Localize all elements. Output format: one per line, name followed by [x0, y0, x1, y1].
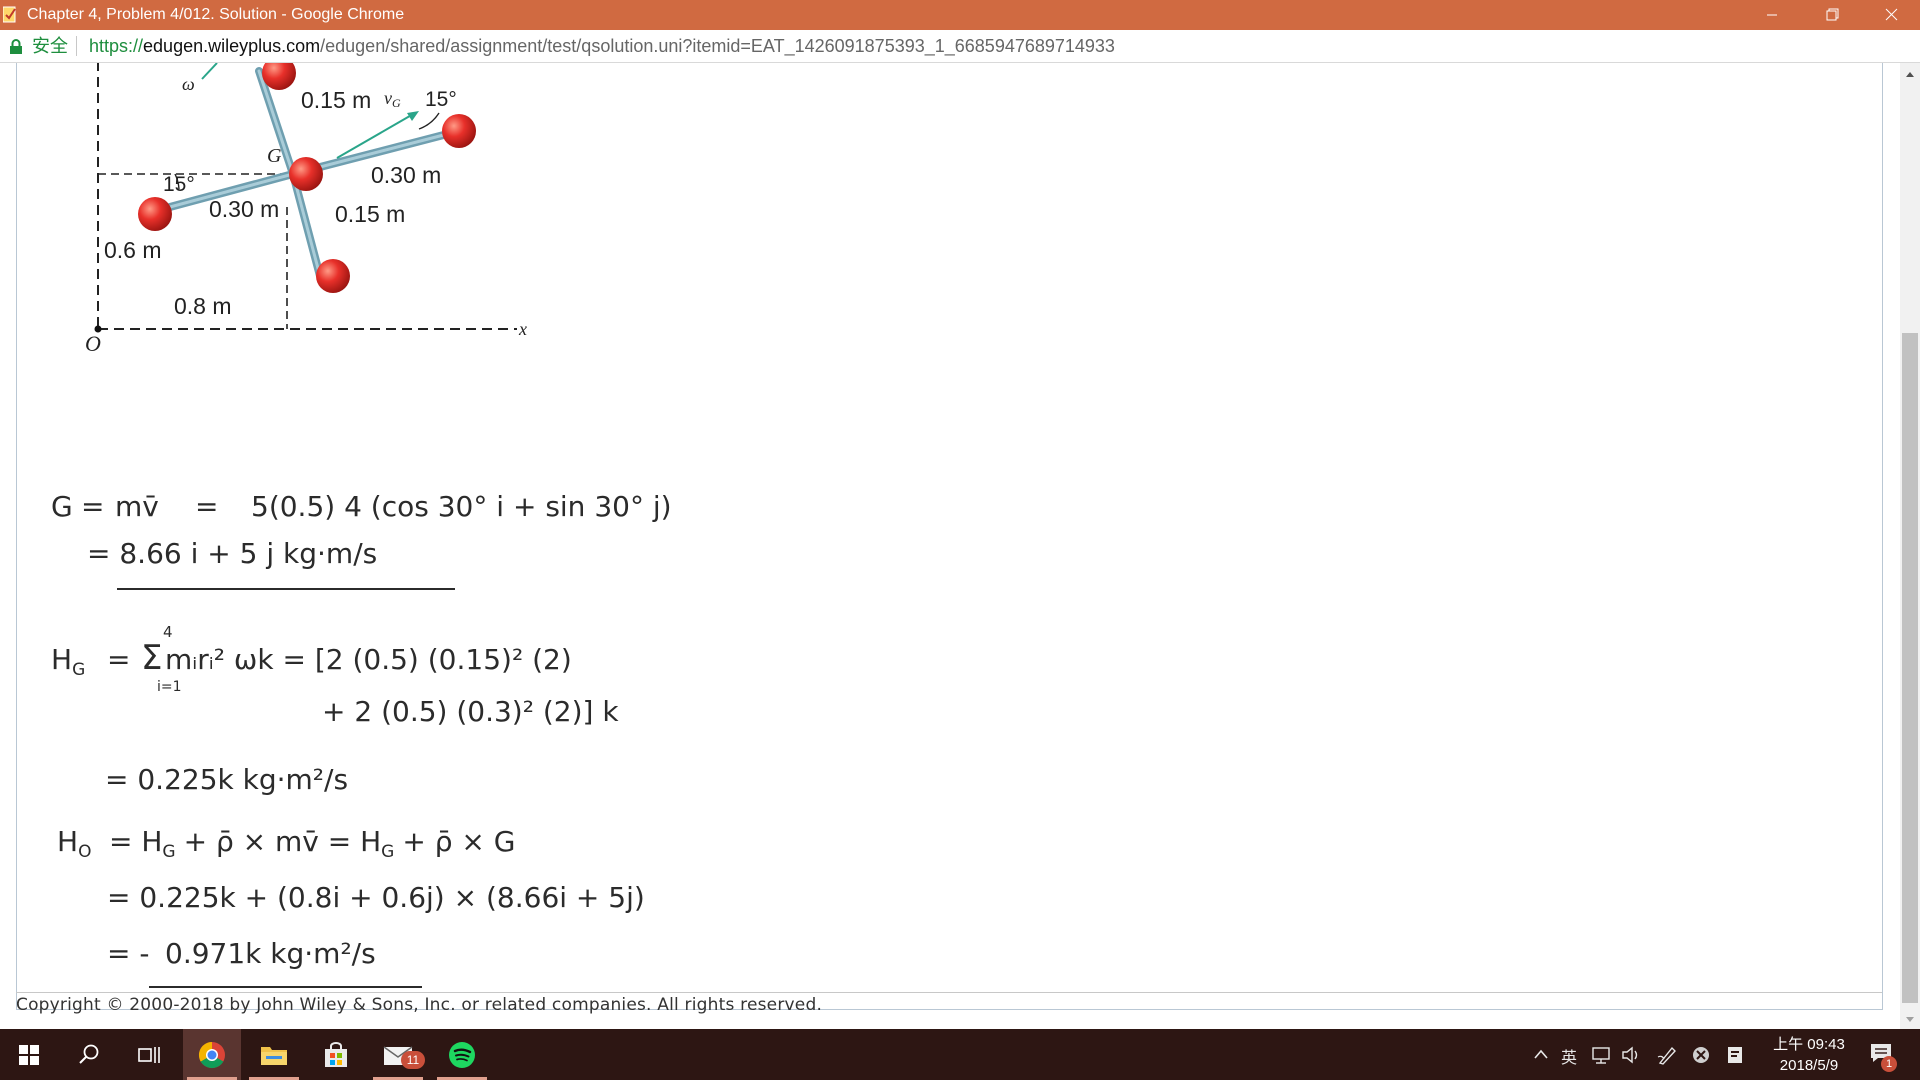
clock-time: 上午 09:43: [1773, 1036, 1845, 1053]
start-button[interactable]: [0, 1029, 58, 1080]
minimize-button[interactable]: [1742, 0, 1802, 30]
window-title: Chapter 4, Problem 4/012. Solution - Goo…: [27, 6, 405, 23]
address-bar[interactable]: 安全 https://edugen.wileyplus.com/edugen/s…: [0, 30, 1920, 63]
lock-icon[interactable]: [9, 39, 23, 55]
search-button[interactable]: [60, 1029, 118, 1080]
close-button[interactable]: [1862, 0, 1920, 30]
svg-text:4: 4: [163, 623, 173, 641]
handwritten-solution-part2: HO = HG + ρ̄ × mv̄ = HG + ρ̄ × G = 0.225k …: [57, 825, 645, 970]
task-view-button[interactable]: [120, 1029, 178, 1080]
window-titlebar: Chapter 4, Problem 4/012. Solution - Goo…: [0, 0, 1920, 30]
momentum-symbol: G: [51, 490, 73, 523]
angle-arc-top: [418, 112, 440, 130]
close-icon: [1885, 8, 1898, 21]
clock-date: 2018/5/9: [1779, 1057, 1839, 1074]
angular-momentum-continuation: + 2 (0.5) (0.3)² (2)] k: [322, 695, 619, 728]
page-content: ω G O x 0.15 m vG 15° 0.30 m 15° 0.30 m …: [0, 63, 1900, 1029]
chrome-icon: [198, 1041, 225, 1068]
angular-momentum-o-result: 0.971k kg·m²/s: [165, 937, 376, 970]
left-arm-length: 0.30 m: [209, 196, 279, 222]
folder-icon: [261, 1046, 287, 1065]
right-arm-length: 0.30 m: [371, 162, 441, 188]
upper-arm-length: 0.15 m: [301, 87, 371, 113]
document-icon: [3, 6, 16, 23]
sphere-right: [442, 114, 476, 148]
sphere-center-g: [289, 157, 323, 191]
security-label[interactable]: 安全: [32, 36, 68, 56]
store-bag-icon: [325, 1041, 347, 1067]
svg-text:=: =: [107, 643, 130, 676]
sphere-bottom: [316, 259, 350, 293]
taskbar-store[interactable]: [307, 1029, 365, 1080]
url-path: /edugen/shared/assignment/test/qsolution…: [320, 36, 1115, 56]
omega-label: ω: [182, 74, 195, 94]
momentum-result: = 8.66 i + 5 j kg·m/s: [87, 537, 377, 570]
clipboard-icon[interactable]: [1726, 1045, 1744, 1065]
minimize-icon: [1767, 14, 1777, 16]
scroll-down-arrow-icon[interactable]: [1900, 1013, 1920, 1027]
taskbar-chrome[interactable]: [183, 1029, 241, 1080]
svg-text:i=1: i=1: [157, 679, 182, 695]
origin-label: O: [85, 331, 101, 356]
solution-panel: ω G O x 0.15 m vG 15° 0.30 m 15° 0.30 m …: [16, 63, 1883, 1010]
angular-momentum-o-expression: = HG + ρ̄ × mv̄ = HG + ρ̄ × G: [109, 825, 515, 862]
network-icon[interactable]: [1591, 1046, 1613, 1064]
windows-logo-icon: [19, 1044, 39, 1065]
scroll-up-arrow-icon[interactable]: [1900, 67, 1920, 81]
angular-momentum-o-substitution: = 0.225k + (0.8i + 0.6j) × (8.66i + 5j): [107, 881, 645, 914]
svg-text:=: =: [81, 490, 104, 523]
horizontal-dimension: 0.8 m: [174, 293, 232, 319]
url-host: edugen.wileyplus.com: [143, 36, 321, 56]
notification-count-badge: 1: [1881, 1056, 1897, 1072]
copyright-text: Copyright © 2000-2018 by John Wiley & So…: [16, 995, 823, 1015]
omega-arrow: [201, 63, 218, 80]
svg-text:=: =: [195, 490, 218, 523]
divider: [76, 36, 77, 56]
footer-divider: [16, 992, 1882, 993]
taskbar-file-explorer[interactable]: [245, 1029, 303, 1080]
vertical-scrollbar[interactable]: [1900, 63, 1920, 1029]
problem-figure: ω G O x 0.15 m vG 15° 0.30 m 15° 0.30 m …: [85, 63, 527, 356]
system-clock[interactable]: 上午 09:43 2018/5/9: [1771, 1034, 1847, 1076]
vertical-dimension: 0.6 m: [104, 237, 162, 263]
ime-indicator[interactable]: 英: [1561, 1044, 1577, 1068]
lower-arm-length: 0.15 m: [335, 201, 405, 227]
taskbar-spotify[interactable]: [433, 1029, 491, 1080]
url-scheme: https://: [89, 36, 144, 56]
windows-taskbar: 11 英 上午 09:43 2018/5/9 1: [0, 1029, 1920, 1080]
momentum-expression: 5(0.5) 4 (cos 30° i + sin 30° j): [251, 490, 672, 523]
angle-left-label: 15°: [163, 173, 195, 196]
volume-icon[interactable]: [1621, 1046, 1643, 1064]
angular-momentum-g-result: = 0.225k kg·m²/s: [105, 763, 348, 796]
sphere-left: [138, 197, 172, 231]
angle-top-label: 15°: [425, 88, 457, 111]
scrollbar-thumb[interactable]: [1902, 333, 1918, 1003]
task-view-icon: [138, 1046, 160, 1063]
blocked-circle-icon[interactable]: [1691, 1045, 1711, 1065]
mail-unread-badge: 11: [401, 1051, 425, 1069]
url-text[interactable]: https://edugen.wileyplus.com/edugen/shar…: [89, 36, 1115, 56]
svg-text:= -: = -: [107, 937, 149, 970]
svg-text:mv̄: mv̄: [115, 490, 159, 523]
vg-label: vG: [384, 88, 401, 110]
handwritten-solution: G = mv̄ = 5(0.5) 4 (cos 30° i + sin 30° …: [51, 490, 672, 796]
final-result-underline: [149, 986, 422, 988]
pen-icon[interactable]: [1656, 1045, 1678, 1065]
angular-momentum-g-symbol: HG: [51, 643, 85, 680]
sigma-symbol: Σ: [141, 638, 162, 678]
x-axis-label: x: [518, 319, 527, 339]
angular-momentum-o-symbol: HO: [57, 825, 91, 862]
angular-momentum-expression: mᵢrᵢ² ωk = [2 (0.5) (0.15)² (2): [165, 643, 572, 676]
chevron-up-icon[interactable]: [1533, 1048, 1549, 1060]
search-icon: [79, 1044, 99, 1064]
spotify-icon: [449, 1041, 475, 1068]
g-label: G: [267, 145, 282, 167]
restore-icon: [1826, 8, 1839, 21]
restore-button[interactable]: [1802, 0, 1862, 30]
